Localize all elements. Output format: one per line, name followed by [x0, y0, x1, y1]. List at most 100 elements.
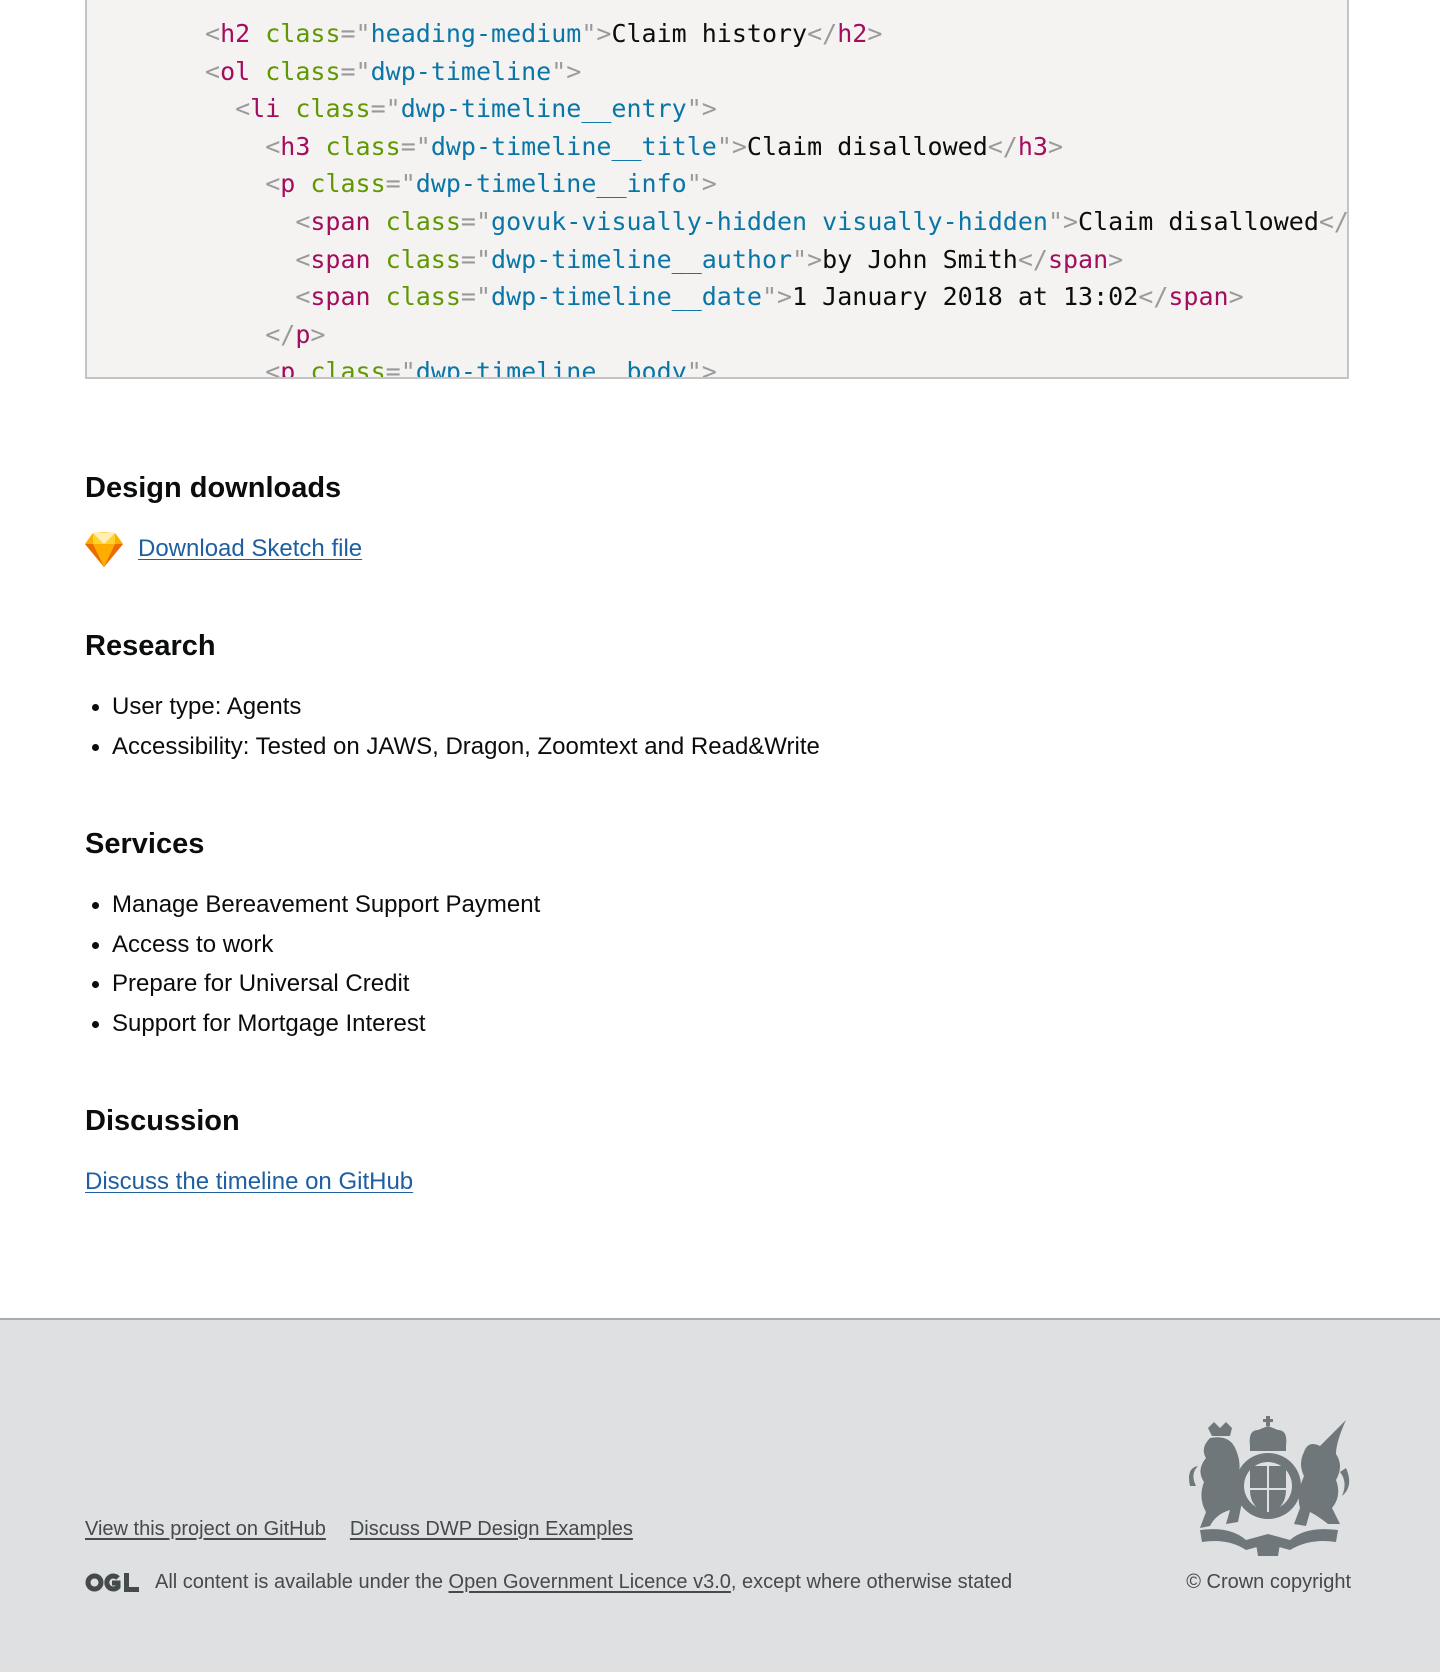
list-item: Manage Bereavement Support Payment [85, 885, 540, 925]
footer: View this project on GitHub Discuss DWP … [0, 1318, 1440, 1672]
code-attribute-name: class [310, 357, 386, 379]
code-punctuation: =" [400, 131, 431, 161]
code-tag-name: p [295, 319, 311, 349]
code-attribute-value: dwp-timeline [370, 56, 552, 86]
code-punctuation: < [295, 244, 311, 274]
code-punctuation: < [295, 206, 311, 236]
licence-suffix: , except where otherwise stated [730, 1571, 1013, 1593]
code-punctuation: "> [686, 357, 717, 379]
code-attribute-name: class [310, 169, 386, 199]
code-tag-name: h3 [1017, 131, 1048, 161]
code-punctuation: > [1108, 244, 1124, 274]
code-attribute-name: class [265, 56, 341, 86]
code-tag-name: span [1047, 244, 1109, 274]
view-project-github-link[interactable]: View this project on GitHub [85, 1516, 326, 1542]
sketch-diamond-icon [85, 532, 123, 567]
code-sample-box[interactable]: <h2 class="heading-medium">Claim history… [85, 0, 1349, 379]
open-government-licence-link[interactable]: Open Government Licence v3.0 [449, 1569, 731, 1595]
code-tag-name: ol [220, 56, 251, 86]
list-item: Access to work [85, 925, 540, 965]
code-tag-name: h2 [837, 19, 868, 48]
code-text: Claim history [611, 19, 808, 48]
code-tag-name: span [310, 282, 371, 312]
services-heading: Services [85, 828, 205, 860]
licence-row: All content is available under the Open … [85, 1569, 1012, 1595]
code-punctuation: </ [807, 19, 838, 48]
code-tag-name: li [250, 94, 281, 124]
code-punctuation: < [235, 94, 251, 124]
research-list: User type: Agents Accessibility: Tested … [85, 687, 820, 766]
design-downloads-heading: Design downloads [85, 472, 342, 504]
code-attribute-value: dwp-timeline__author [491, 244, 793, 274]
code-punctuation: </ [1138, 282, 1169, 312]
code-attribute-value: dwp-timeline__body [415, 357, 687, 379]
code-punctuation: </ [265, 319, 296, 349]
list-item: Accessibility: Tested on JAWS, Dragon, Z… [85, 727, 820, 767]
services-list: Manage Bereavement Support Payment Acces… [85, 885, 540, 1043]
code-line: <h3 class="dwp-timeline__title">Claim di… [205, 128, 1347, 166]
code-line: </p> [205, 316, 1347, 354]
footer-links: View this project on GitHub Discuss DWP … [85, 1516, 633, 1542]
code-attribute-value: dwp-timeline__info [415, 169, 687, 199]
code-punctuation: =" [460, 244, 492, 274]
code-punctuation: < [265, 357, 281, 379]
code-punctuation: =" [340, 19, 371, 48]
code-tag-name: p [280, 357, 296, 379]
code-punctuation: </ [1318, 206, 1349, 236]
code-tag-name: span [310, 206, 371, 236]
code-punctuation: "> [581, 19, 612, 48]
code-attribute-value: dwp-timeline__entry [400, 94, 687, 124]
code-punctuation: < [265, 131, 281, 161]
list-item: Prepare for Universal Credit [85, 964, 540, 1004]
code-punctuation: "> [716, 131, 747, 161]
royal-coat-of-arms-icon [1189, 1416, 1350, 1556]
code-punctuation: < [205, 56, 221, 86]
code-line: <ol class="dwp-timeline"> [205, 53, 1347, 91]
code-text: Claim disallowed [746, 131, 988, 161]
code-tag-name: p [280, 169, 296, 199]
code-sample: <h2 class="heading-medium">Claim history… [205, 15, 1349, 379]
licence-prefix: All content is available under the [155, 1571, 449, 1593]
code-text: 1 January 2018 at 13:02 [792, 282, 1139, 312]
code-punctuation: =" [460, 282, 492, 312]
code-punctuation: </ [1017, 244, 1048, 274]
code-punctuation: "> [686, 94, 717, 124]
code-attribute-value: govuk-visually-hidden visually-hidden [491, 206, 1048, 236]
code-punctuation: < [265, 169, 281, 199]
code-punctuation: "> [1047, 206, 1079, 236]
code-punctuation: > [867, 19, 883, 48]
discuss-timeline-github-link[interactable]: Discuss the timeline on GitHub [85, 1167, 413, 1197]
download-sketch-row: Download Sketch file [85, 531, 362, 567]
code-attribute-name: class [265, 19, 341, 48]
code-line: <span class="dwp-timeline__author">by Jo… [205, 241, 1347, 279]
list-item: Support for Mortgage Interest [85, 1004, 540, 1044]
research-heading: Research [85, 630, 216, 662]
code-tag-name: span [1168, 282, 1229, 312]
list-item: User type: Agents [85, 687, 820, 727]
code-punctuation: > [310, 319, 326, 349]
code-tag-name: span [310, 244, 371, 274]
code-punctuation: =" [460, 206, 492, 236]
code-line: <p class="dwp-timeline__body"> [205, 353, 1347, 379]
code-punctuation: "> [792, 244, 823, 274]
code-attribute-name: class [385, 206, 461, 236]
download-sketch-file-link[interactable]: Download Sketch file [138, 534, 362, 564]
code-attribute-name: class [325, 131, 401, 161]
code-line: <h2 class="heading-medium">Claim history… [205, 15, 1347, 53]
code-line: <li class="dwp-timeline__entry"> [205, 90, 1347, 128]
code-text: by John Smith [822, 244, 1018, 274]
code-punctuation: "> [686, 169, 717, 199]
code-punctuation: < [295, 282, 311, 312]
code-punctuation: =" [340, 56, 371, 86]
code-punctuation: </ [987, 131, 1018, 161]
discuss-dwp-design-examples-link[interactable]: Discuss DWP Design Examples [350, 1516, 633, 1542]
code-punctuation: =" [370, 94, 401, 124]
code-line: <p class="dwp-timeline__info"> [205, 165, 1347, 203]
